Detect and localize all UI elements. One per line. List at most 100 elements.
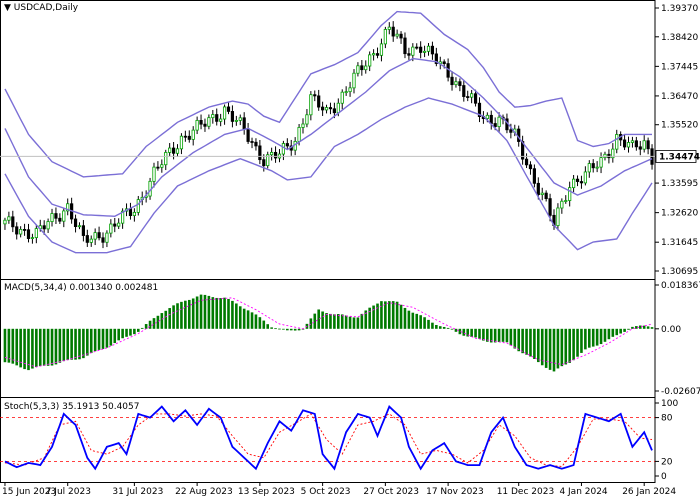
candle-body [183, 135, 187, 138]
macd-histogram-bar [254, 314, 258, 329]
candle-body [360, 65, 364, 71]
macd-title: MACD(5,34,4) 0.001340 0.002481 [4, 283, 159, 293]
candle-body [415, 46, 419, 49]
candle-body [301, 123, 305, 128]
candle-body [136, 199, 140, 213]
candle-body [375, 53, 380, 56]
candle-body [536, 182, 540, 195]
candle-body [101, 237, 105, 243]
macd-histogram-bar [431, 322, 434, 329]
candle-body [152, 166, 156, 182]
macd-histogram-bar [207, 295, 211, 329]
macd-histogram-bar [576, 328, 579, 357]
time-axis-label: 17 Nov 2023 [426, 487, 484, 497]
macd-histogram-bar [411, 312, 415, 329]
candle-body [58, 217, 62, 222]
candle-body [587, 163, 591, 173]
candle-body [317, 95, 321, 108]
candle-body [175, 148, 180, 154]
candle-body [442, 61, 446, 65]
candle-body [219, 118, 223, 122]
macd-histogram-bar [415, 313, 419, 329]
macd-histogram-bar [187, 299, 191, 329]
price-tick-label: 1.38420 [661, 33, 698, 43]
macd-histogram-bar [580, 328, 583, 353]
macd-histogram-bar [599, 328, 603, 345]
macd-histogram-bar [619, 328, 622, 334]
candle-body [164, 152, 168, 166]
macd-histogram-bar [125, 328, 128, 337]
macd-histogram-bar [611, 328, 615, 337]
bollinger-middle-line [4, 57, 653, 218]
time-axis-label: 4 Jan 2024 [559, 487, 607, 497]
bollinger-upper-line [4, 10, 652, 178]
macd-histogram-bar [227, 298, 230, 329]
macd-histogram-bar [376, 303, 379, 329]
candle-body [352, 72, 356, 89]
candle-body [62, 210, 66, 222]
candle-body [638, 146, 642, 150]
macd-histogram-bar [156, 315, 160, 329]
time-axis-label: 13 Sep 2023 [238, 487, 295, 497]
macd-histogram-bar [129, 328, 132, 336]
macd-histogram-bar [325, 313, 328, 329]
macd-histogram-bar [533, 328, 536, 359]
macd-histogram-bar [266, 324, 270, 329]
macd-histogram-bar [403, 307, 407, 329]
macd-histogram-bar [152, 318, 156, 329]
macd-histogram-bar [184, 300, 187, 329]
current-price-label: 1.34474 [659, 152, 700, 162]
candle-body [489, 114, 493, 124]
time-axis-label: 26 Jan 2024 [622, 487, 676, 497]
candle-body [230, 111, 235, 122]
candle-body [270, 151, 274, 156]
price-tick-label: 1.36470 [661, 92, 698, 102]
candle-body [191, 129, 195, 140]
macd-histogram-bar [15, 328, 19, 366]
macd-histogram-bar [552, 328, 556, 372]
candle-body [160, 164, 164, 168]
candle-body [368, 54, 372, 67]
price-tick-label: 1.35520 [661, 121, 698, 131]
macd-histogram-bar [35, 328, 38, 368]
candle-body [203, 123, 207, 127]
macd-tick-label: 0.00 [661, 325, 681, 335]
candle-body [583, 171, 587, 184]
macd-histogram-bar [454, 328, 458, 332]
macd-histogram-bar [250, 312, 254, 329]
candle-body [128, 208, 133, 216]
candle-body [313, 94, 317, 97]
macd-histogram-bar [31, 328, 34, 369]
macd-histogram-bar [140, 327, 144, 329]
candle-body [364, 65, 368, 71]
macd-histogram-bar [27, 328, 30, 371]
macd-histogram-bar [360, 313, 364, 329]
candle-body [234, 120, 238, 122]
macd-histogram-bar [450, 328, 454, 330]
macd-histogram-bar [650, 327, 654, 329]
candle-body [97, 232, 101, 239]
candle-body [630, 140, 635, 143]
candles-group [3, 21, 654, 249]
candle-body [371, 53, 376, 56]
macd-histogram-bar [309, 318, 313, 329]
macd-histogram-bar [117, 328, 120, 341]
price-tick-label: 1.30695 [661, 267, 698, 277]
candle-body [222, 106, 227, 120]
candle-body [595, 166, 599, 169]
candle-body [399, 33, 403, 39]
macd-histogram-bar [121, 328, 124, 339]
candle-body [560, 200, 564, 209]
candle-body [26, 229, 31, 239]
candle-body [117, 222, 121, 227]
candle-body [46, 221, 50, 230]
candle-body [171, 147, 176, 154]
macd-histogram-bar [148, 320, 152, 329]
candle-body [34, 228, 38, 238]
candle-body [309, 94, 313, 116]
macd-histogram-bar [168, 308, 171, 329]
macd-histogram-bar [50, 328, 54, 366]
macd-histogram-bar [97, 328, 101, 350]
symbol-dropdown-icon[interactable]: ▼ [4, 3, 11, 13]
macd-histogram-bar [113, 328, 117, 344]
